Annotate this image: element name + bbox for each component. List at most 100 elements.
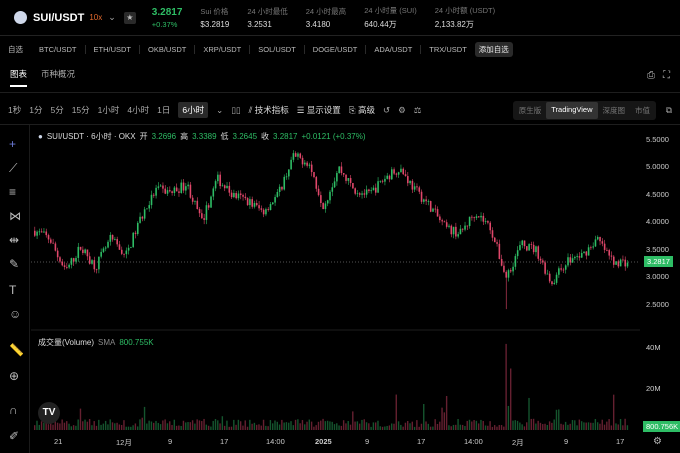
candle [427,201,430,202]
tradingview-logo[interactable]: TV [38,402,60,424]
favorite-pair[interactable]: TRX/USDT [421,45,475,54]
volume-bar [578,419,581,430]
trendline-icon[interactable]: ⟋ [9,161,17,176]
volume-bar [427,423,430,430]
stat-label: 24 小时量 (SUI) [364,6,417,15]
chevron-down-icon[interactable]: ⌄ [216,105,223,116]
emoji-icon[interactable]: ☺ [9,307,21,321]
advanced-button[interactable]: ⎘ 高级 [349,104,375,116]
candle [576,256,578,257]
indicators-button[interactable]: ⫽ 技术指标 [249,104,289,116]
interval-1s[interactable]: 1秒 [8,104,21,116]
interval-1m[interactable]: 1分 [29,104,42,116]
indicators-label: 技术指标 [254,105,289,115]
fib-icon[interactable]: ≡ [9,185,16,199]
lock-drawing-icon[interactable]: ✐ [9,429,19,443]
candle [372,187,375,191]
candle [182,182,185,191]
candle [365,189,368,195]
tab-overview[interactable]: 币种概况 [41,68,75,87]
candle [342,173,345,175]
favorite-pair[interactable]: SOL/USDT [250,44,305,54]
candle [333,181,336,188]
volume-bar [391,423,393,430]
star-icon[interactable]: ★ [123,11,136,24]
add-favorite-button[interactable]: 添加自选 [474,41,513,57]
candle [317,188,320,196]
favorite-pair[interactable]: DOGE/USDT [305,44,367,54]
favorite-pair[interactable]: BTC/USDT [31,44,86,54]
open-label: 开 [139,132,148,141]
volume-bar [542,424,544,430]
volume-bar [244,420,246,430]
interval-6h[interactable]: 6小时 [178,102,209,118]
pattern-icon[interactable]: ⋈ [9,209,21,223]
volume-bar [114,423,116,430]
volume-bar [194,423,196,430]
screenshot-icon[interactable]: ⎙ [647,70,655,81]
candle [338,166,340,174]
volume-bar [77,419,79,430]
favorite-pair[interactable]: ETH/USDT [86,44,140,54]
interval-15m[interactable]: 15分 [72,104,90,116]
candle [425,199,427,202]
ruler-icon[interactable]: 📏 [9,343,24,357]
chevron-down-icon[interactable]: ⌄ [108,12,116,23]
divider [0,92,680,93]
price-tick: 2.5000 [646,300,669,309]
candle [608,250,611,256]
volume-bar [617,424,619,430]
candle [301,157,304,165]
candle [622,259,624,261]
view-tradingview[interactable]: TradingView [546,102,598,119]
text-icon[interactable]: T [9,283,16,297]
volume-bar [505,343,507,430]
zoom-in-icon[interactable]: ⊕ [9,369,19,383]
brush-icon[interactable]: ✎ [9,257,19,271]
magnet-icon[interactable]: ∩ [9,403,18,417]
volume-bar [594,419,597,430]
expand-icon[interactable]: ⧉ [666,105,672,116]
interval-1d[interactable]: 1日 [157,104,170,116]
display-settings-button[interactable]: ☰ 显示设置 [297,104,341,116]
favorite-pair[interactable]: OKB/USDT [140,44,196,54]
settings-gear-icon[interactable]: ⚙ [398,105,406,116]
volume-bar [143,406,146,430]
volume-bar [358,423,361,430]
volume-bar [59,423,61,430]
favorite-pair[interactable]: ADA/USDT [366,44,422,54]
crosshair-icon[interactable]: + [9,137,16,151]
measure-lines-icon[interactable]: ⇹ [9,233,19,247]
candle [624,259,627,267]
volume-bar [489,421,491,430]
view-marketcap[interactable]: 市值 [630,102,655,119]
candle [153,194,155,196]
volume-bar [180,425,182,430]
candle [111,234,114,240]
favorites-label[interactable]: 自选 [0,44,31,55]
tab-chart[interactable]: 图表 [10,68,28,87]
volume-bar [466,420,468,430]
view-native[interactable]: 原生版 [514,102,547,119]
pair-name[interactable]: SUI/USDT [33,12,84,24]
volume-bar [196,419,198,430]
compare-icon[interactable]: ⚖ [414,105,422,116]
interval-1h[interactable]: 1小时 [98,104,120,116]
interval-5m[interactable]: 5分 [50,104,63,116]
candle [448,225,450,227]
view-depth[interactable]: 深度图 [598,102,631,119]
candlestick-chart[interactable] [31,125,640,435]
candle [564,265,567,270]
axis-settings-icon[interactable]: ⚙ [653,436,662,447]
favorite-pair[interactable]: XRP/USDT [195,44,251,54]
volume-bar [169,421,171,430]
fullscreen-icon[interactable]: ⛶ [663,70,670,81]
undo-icon[interactable]: ↺ [383,105,390,116]
candle [162,185,164,189]
candle [141,216,144,219]
volume-bar [320,420,322,430]
volume-tick: 40M [646,343,661,352]
interval-4h[interactable]: 4小时 [127,104,149,116]
candle-type-icon[interactable]: ▯▯ [231,105,240,116]
candle [587,247,590,256]
